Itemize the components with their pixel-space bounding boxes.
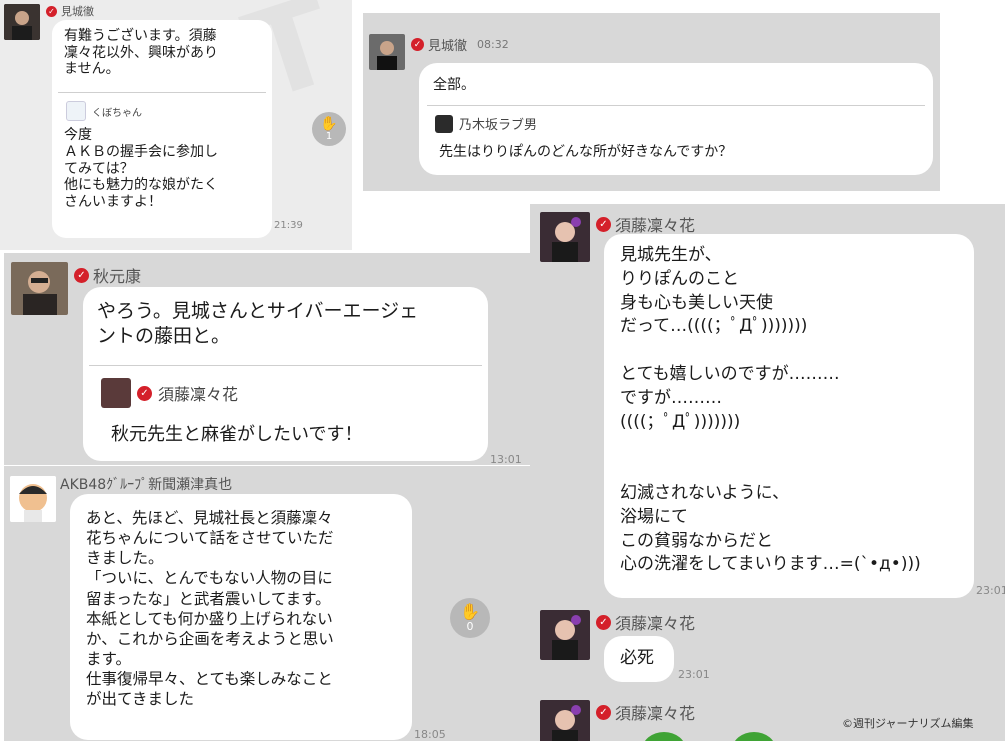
- chat-panel-5: ✓ 須藤凜々花 見城先生が、 りりぽんのこと 身も心も美しい天使 だって…(((…: [530, 204, 1005, 741]
- reaction-count: 0: [466, 619, 474, 633]
- sender-row: AKB48ｸﾞﾙｰﾌﾟ新聞瀬津真也: [60, 474, 232, 494]
- quote-text: 秋元先生と麻雀がしたいです！: [111, 424, 363, 445]
- credit-text: ©週刊ジャーナリズム編集: [842, 717, 974, 730]
- quote-avatar: [435, 114, 453, 133]
- sticker-image[interactable]: [634, 720, 814, 741]
- message-bubble[interactable]: 有難うございます。須藤 凜々花以外、興味があり ません。 くぼちゃん 今度 ＡＫ…: [52, 20, 272, 238]
- verified-check-icon: ✓: [74, 267, 89, 283]
- sender-row: ✓ 見城徹: [46, 3, 94, 19]
- sender-row: ✓ 須藤凜々花: [596, 610, 695, 634]
- quoted-message[interactable]: ✓ 須藤凜々花 秋元先生と麻雀がしたいです！: [89, 365, 482, 461]
- message-bubble[interactable]: やろう。見城さんとサイバーエージェ ントの藤田と。 ✓ 須藤凜々花 秋元先生と麻…: [83, 287, 488, 461]
- quoted-message[interactable]: 乃木坂ラブ男 先生はりりぽんのどんな所が好きなんですか？: [427, 105, 925, 172]
- verified-check-icon: ✓: [46, 5, 57, 17]
- sender-name: 見城徹: [428, 39, 468, 54]
- message-bubble[interactable]: 必死: [604, 636, 674, 682]
- sender-row: ✓ 須藤凜々花: [596, 212, 695, 236]
- applause-hand-icon: ✋: [320, 115, 338, 132]
- chat-panel-3: ✓ 秋元康 やろう。見城さんとサイバーエージェ ントの藤田と。 ✓ 須藤凜々花 …: [4, 253, 530, 465]
- quoted-message[interactable]: くぼちゃん 今度 ＡＫＢの握手会に参加し てみては？ 他にも魅力的な娘がたく さ…: [58, 92, 266, 233]
- quote-text: 今度 ＡＫＢの握手会に参加し てみては？ 他にも魅力的な娘がたく さんいますよ！: [64, 127, 218, 211]
- timestamp: 13:01: [490, 453, 522, 465]
- quote-sender-name: 乃木坂ラブ男: [459, 118, 538, 133]
- message-text: 全部。: [433, 77, 475, 93]
- quote-text: 先生はりりぽんのどんな所が好きなんですか？: [439, 144, 733, 160]
- sender-name: 見城徹: [61, 5, 94, 18]
- verified-check-icon: ✓: [596, 614, 611, 630]
- avatar-kenjo[interactable]: [4, 4, 40, 40]
- timestamp: 08:32: [477, 38, 509, 51]
- sender-row: ✓ 秋元康: [74, 263, 141, 287]
- quote-avatar: [101, 378, 131, 408]
- message-text: やろう。見城さんとサイバーエージェ ントの藤田と。: [97, 300, 419, 347]
- quote-sender-name: 須藤凜々花: [158, 385, 239, 404]
- message-bubble[interactable]: あと、先ほど、見城社長と須藤凜々 花ちゃんについて話をさせていただ きました。 …: [70, 494, 412, 740]
- sender-name: 須藤凜々花: [615, 216, 696, 235]
- applause-hand-icon: ✋: [460, 601, 480, 621]
- avatar-kenjo[interactable]: [369, 34, 405, 70]
- sender-name: 秋元康: [93, 267, 142, 286]
- verified-check-icon: ✓: [137, 385, 152, 401]
- verified-check-icon: ✓: [411, 38, 424, 51]
- reaction-button[interactable]: ✋ 1: [312, 112, 346, 146]
- verified-check-icon: ✓: [596, 216, 611, 232]
- message-text: 有難うございます。須藤 凜々花以外、興味があり ません。: [64, 28, 218, 78]
- timestamp: 23:01: [976, 584, 1005, 597]
- reaction-button[interactable]: ✋ 0: [450, 598, 490, 638]
- message-bubble[interactable]: 全部。 乃木坂ラブ男 先生はりりぽんのどんな所が好きなんですか？: [419, 63, 933, 175]
- sender-row: ✓ 見城徹 08:32: [411, 35, 509, 54]
- message-text: あと、先ほど、見城社長と須藤凜々 花ちゃんについて話をさせていただ きました。 …: [86, 509, 334, 709]
- quote-sender-name: くぼちゃん: [92, 107, 142, 119]
- sender-name: 須藤凜々花: [615, 614, 696, 633]
- message-text: 見城先生が、 りりぽんのこと 身も心も美しい天使 だって…((((；ﾟДﾟ)))…: [620, 245, 921, 575]
- message-text: 必死: [620, 648, 654, 668]
- avatar-sudo[interactable]: [540, 700, 590, 741]
- chat-panel-2: ✓ 見城徹 08:32 全部。 乃木坂ラブ男 先生はりりぽんのどんな所が好きなん…: [363, 13, 940, 191]
- quote-avatar: [66, 101, 86, 121]
- message-bubble[interactable]: 見城先生が、 りりぽんのこと 身も心も美しい天使 だって…((((；ﾟДﾟ)))…: [604, 234, 974, 598]
- timestamp: 21:39: [274, 220, 303, 231]
- verified-check-icon: ✓: [596, 704, 611, 720]
- avatar-sudo[interactable]: [540, 610, 590, 660]
- avatar-akimoto[interactable]: [11, 262, 68, 315]
- avatar-sudo[interactable]: [540, 212, 590, 262]
- timestamp: 23:01: [678, 668, 710, 681]
- chat-panel-1: T ✓ 見城徹 有難うございます。須藤 凜々花以外、興味があり ません。 くぼち…: [0, 0, 352, 250]
- reaction-count: 1: [325, 130, 333, 142]
- timestamp: 18:05: [414, 728, 446, 741]
- avatar-setsu[interactable]: [10, 476, 56, 522]
- sender-name: AKB48ｸﾞﾙｰﾌﾟ新聞瀬津真也: [60, 477, 233, 493]
- chat-panel-4: AKB48ｸﾞﾙｰﾌﾟ新聞瀬津真也 あと、先ほど、見城社長と須藤凜々 花ちゃんに…: [4, 466, 530, 741]
